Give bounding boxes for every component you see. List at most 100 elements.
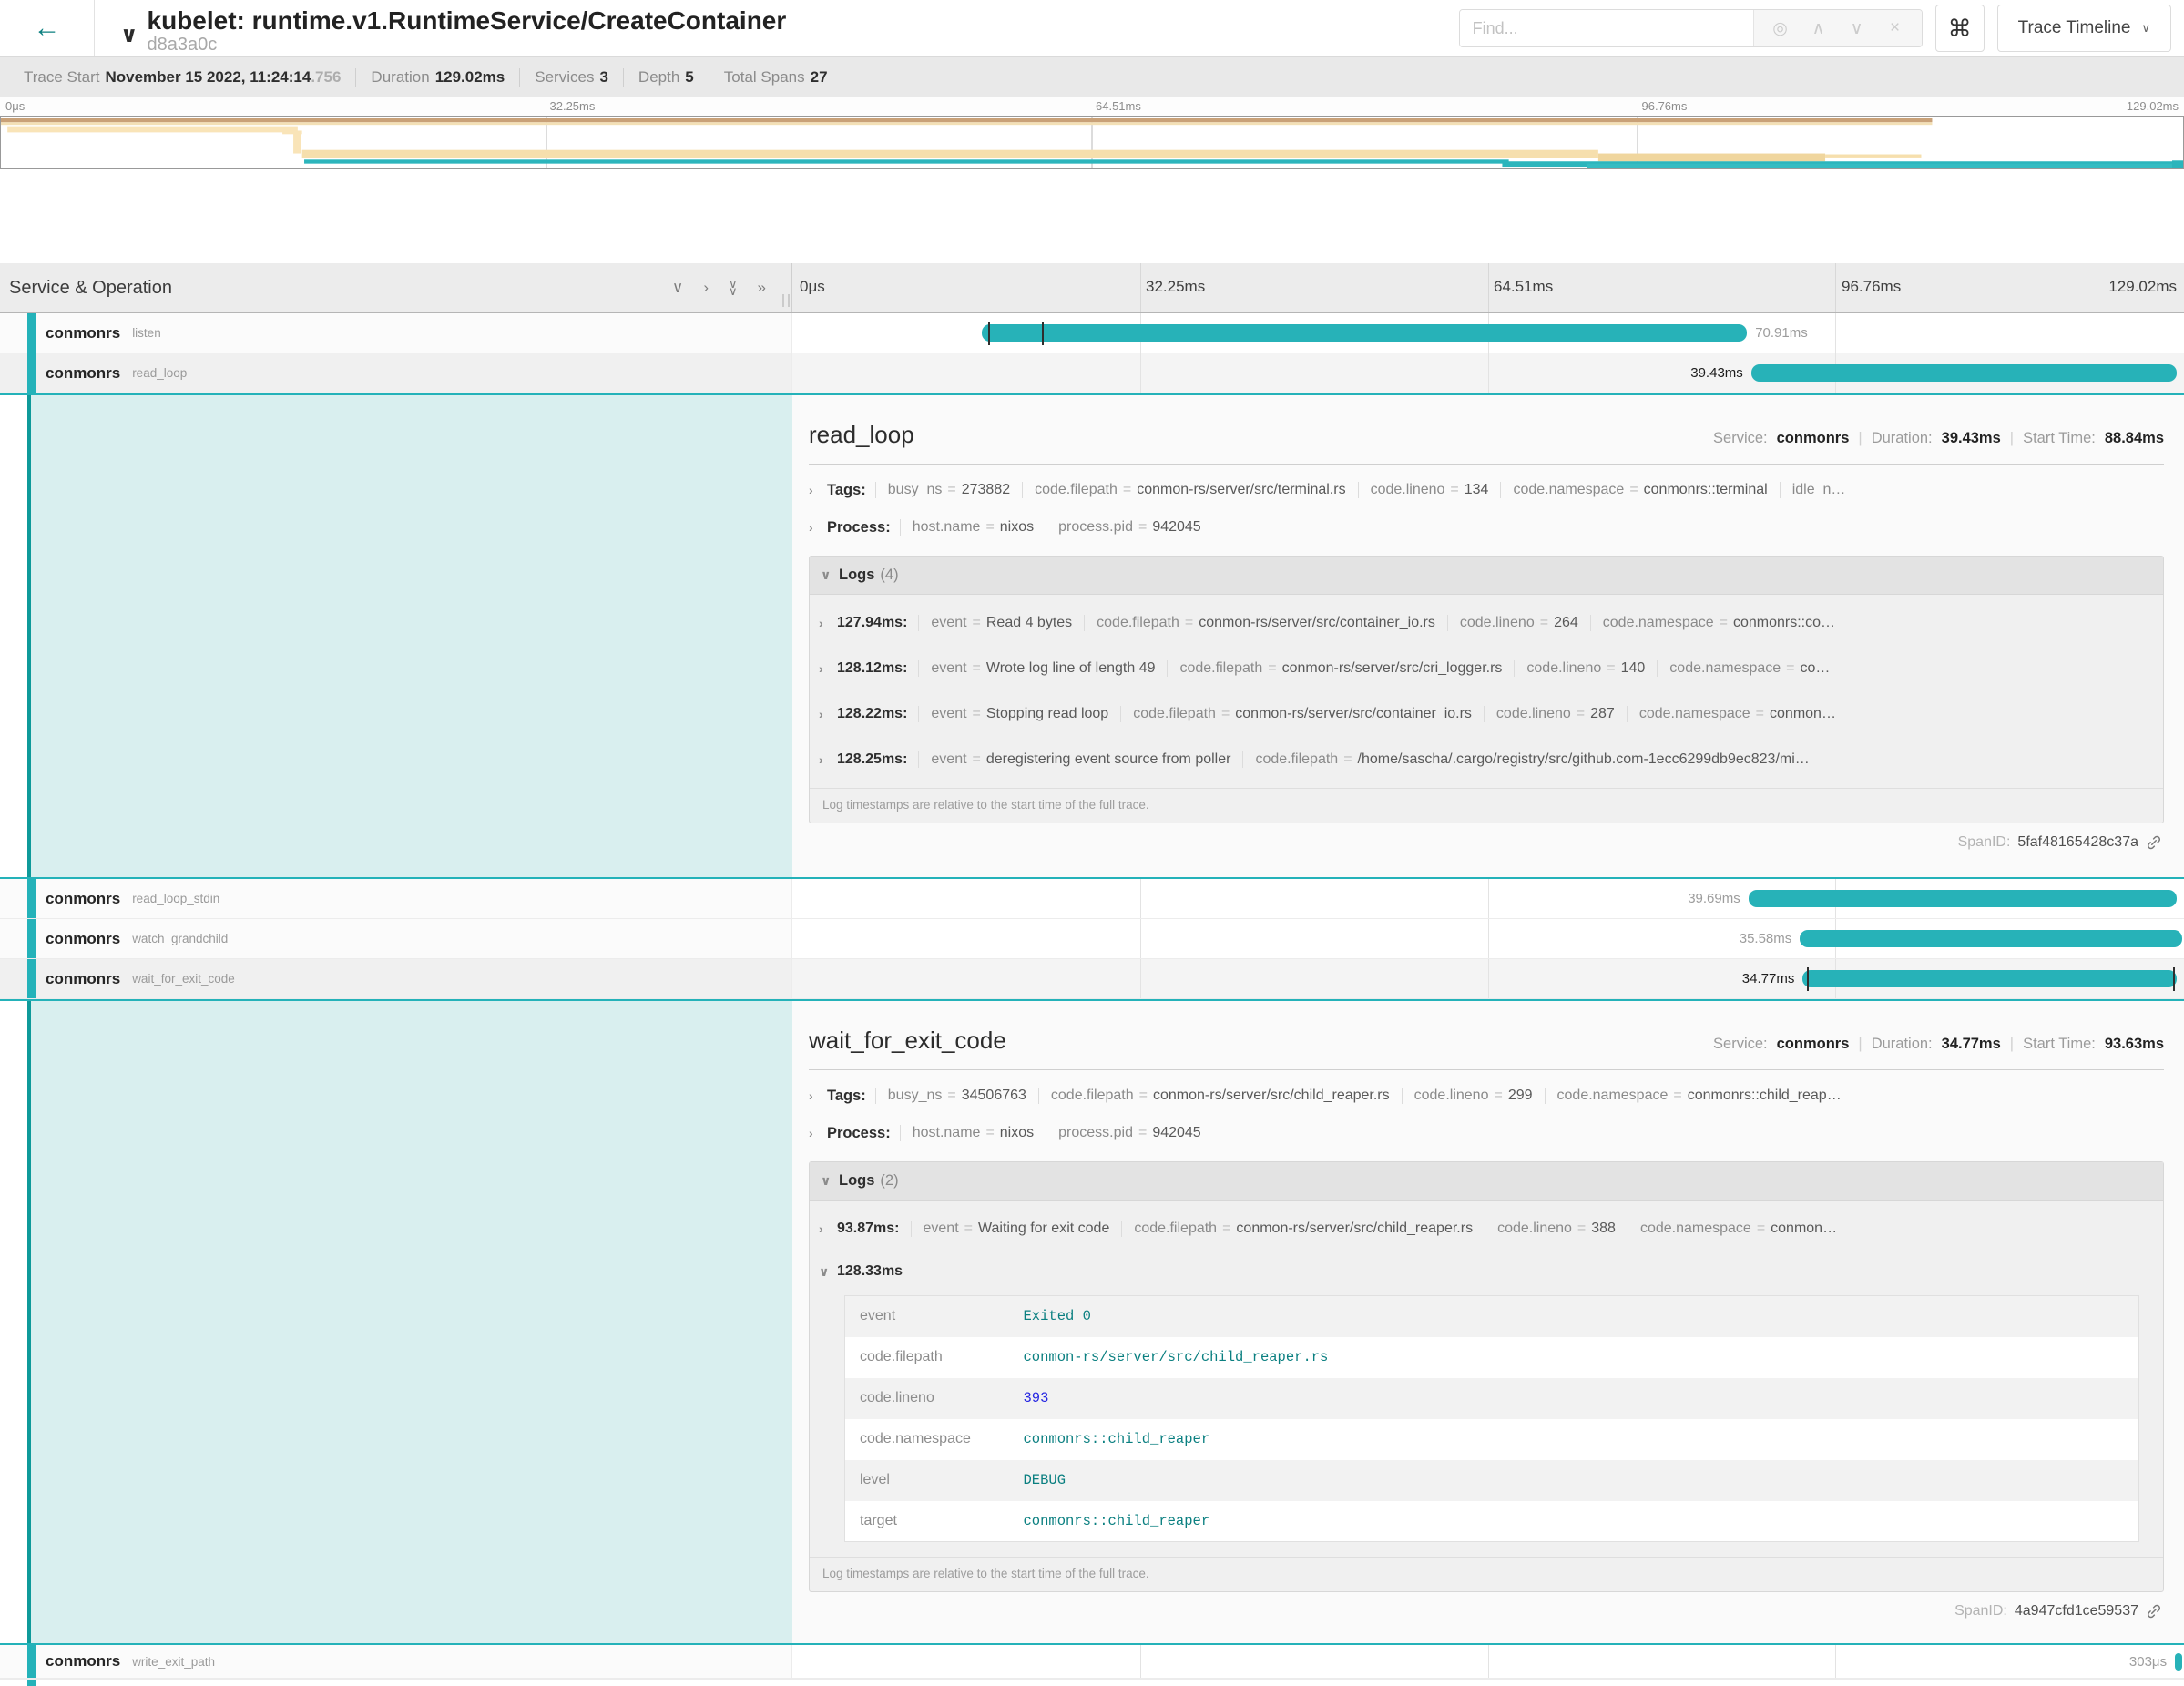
log-field-pill: code.filepath=conmon-rs/server/src/conta… (1084, 615, 1447, 631)
ruler-tick: 96.76ms (1842, 278, 1901, 296)
log-timestamp: 128.33ms (837, 1263, 903, 1280)
span-bar[interactable] (1749, 890, 2178, 907)
operation-name: read_loop (132, 366, 187, 380)
service-name: conmonrs (46, 364, 120, 383)
log-fields: event=deregistering event source from po… (918, 751, 1821, 768)
span-name-cell: conmonrs write_exit_path (0, 1645, 792, 1679)
chevron-right-icon: › (809, 520, 827, 535)
clear-search-icon[interactable]: × (1876, 18, 1914, 38)
span-bar[interactable] (1751, 364, 2178, 382)
trace-view-selector[interactable]: Trace Timeline ∨ (1997, 5, 2171, 52)
collapse-deep-icon[interactable]: ∨∨ (729, 281, 738, 295)
span-bar[interactable] (982, 324, 1747, 342)
field-value: DEBUG (1024, 1460, 2139, 1501)
span-color-accent (27, 959, 36, 998)
tags-accordion[interactable]: › Tags: busy_ns=34506763code.filepath=co… (809, 1084, 2164, 1108)
tag-pill: code.filepath=conmon-rs/server/src/termi… (1022, 482, 1357, 498)
table-row: code.lineno 393 (845, 1378, 2139, 1419)
operation-name: listen (132, 326, 161, 340)
chevron-right-icon: › (819, 752, 837, 767)
span-bar[interactable] (1802, 970, 2177, 987)
column-resizer[interactable] (782, 294, 790, 307)
span-row-read-loop-stdin[interactable]: conmonrs read_loop_stdin 39.69ms (0, 879, 2184, 919)
field-key: code.namespace (845, 1419, 1024, 1460)
span-row-wait-for-exit-code[interactable]: conmonrs wait_for_exit_code 34.77ms (0, 959, 2184, 999)
span-id-label: SpanID: (1954, 1603, 2007, 1620)
log-entry[interactable]: › 128.25ms: event=deregistering event so… (819, 737, 2154, 782)
expand-all-icon[interactable]: » (758, 279, 766, 297)
span-color-accent (27, 1680, 36, 1686)
log-entry-expanded[interactable]: ∨ 128.33ms (819, 1252, 2154, 1292)
collapse-all-icon[interactable]: ∨ (672, 279, 683, 297)
logs-accordion: ∨ Logs (2) › 93.87ms: event=Waiting for … (809, 1161, 2164, 1592)
span-color-accent (27, 879, 36, 918)
log-field-pill: code.filepath=conmon-rs/server/src/conta… (1120, 706, 1484, 722)
span-bar-cell: 303μs (792, 1645, 2184, 1679)
span-bar-cell: 70.91ms (792, 313, 2184, 353)
process-pill: host.name=nixos (900, 519, 1046, 536)
minimap-tick: 129.02ms (2127, 99, 2179, 113)
logs-header[interactable]: ∨ Logs (2) (810, 1162, 2163, 1201)
next-match-icon[interactable]: ∨ (1838, 18, 1876, 39)
match-target-icon[interactable]: ◎ (1761, 18, 1800, 39)
logs-body: › 127.94ms: event=Read 4 bytescode.filep… (810, 595, 2163, 823)
service-name: conmonrs (46, 970, 120, 988)
partial-next-row (0, 1679, 2184, 1685)
expand-one-icon[interactable]: › (703, 279, 709, 297)
logs-count: (2) (880, 1172, 898, 1190)
span-bar-cell: 34.77ms (792, 959, 2184, 999)
header-toolbar: ◎ ∧ ∨ × ⌘ Trace Timeline ∨ (1459, 5, 2184, 52)
minimap-canvas[interactable] (0, 116, 2184, 169)
span-name-cell: conmonrs listen (0, 313, 792, 353)
collapse-header-icon[interactable]: ∨ (120, 22, 138, 48)
span-color-accent (27, 1645, 36, 1678)
span-id-row: SpanID: 4a947cfd1ce59537 (809, 1592, 2164, 1634)
process-accordion[interactable]: › Process: host.name=nixosprocess.pid=94… (809, 1121, 2164, 1145)
tag-list: busy_ns=34506763code.filepath=conmon-rs/… (875, 1088, 1853, 1104)
logs-footer-note: Log timestamps are relative to the start… (810, 788, 2163, 823)
prev-match-icon[interactable]: ∧ (1800, 18, 1838, 39)
span-row-watch-grandchild[interactable]: conmonrs watch_grandchild 35.58ms (0, 919, 2184, 959)
chevron-right-icon: › (819, 616, 837, 630)
link-icon[interactable] (2146, 1603, 2162, 1620)
find-input[interactable] (1460, 10, 1753, 46)
log-field-pill: code.lineno=388 (1485, 1221, 1628, 1237)
divider (809, 1069, 2164, 1070)
log-field-pill: code.filepath=conmon-rs/server/src/child… (1121, 1221, 1485, 1237)
link-icon[interactable] (2146, 834, 2162, 851)
back-button[interactable]: ← (0, 0, 95, 56)
span-id-row: SpanID: 5faf48165428c37a (809, 823, 2164, 865)
log-entry[interactable]: › 128.22ms: event=Stopping read loopcode… (819, 691, 2154, 737)
log-marker (2173, 967, 2175, 991)
minimap-tick-labels: 0μs 32.25ms 64.51ms 96.76ms 129.02ms (0, 97, 2184, 116)
span-bar[interactable] (1800, 930, 2182, 947)
log-entry[interactable]: › 127.94ms: event=Read 4 bytescode.filep… (819, 600, 2154, 646)
process-accordion[interactable]: › Process: host.name=nixosprocess.pid=94… (809, 516, 2164, 539)
keyboard-shortcuts-button[interactable]: ⌘ (1935, 5, 1985, 52)
field-value: conmonrs::child_reaper (1024, 1501, 2139, 1542)
span-bar[interactable] (2175, 1653, 2182, 1671)
find-group: ◎ ∧ ∨ × (1459, 9, 1923, 47)
operation-name: watch_grandchild (132, 932, 228, 945)
field-value: 393 (1024, 1378, 2139, 1419)
log-entry[interactable]: › 128.12ms: event=Wrote log line of leng… (819, 646, 2154, 691)
back-arrow-icon: ← (34, 13, 61, 43)
detail-content: read_loop Service:conmonrs | Duration:39… (792, 395, 2184, 877)
collapse-controls: ∨ › ∨∨ » (672, 279, 791, 297)
span-row-read-loop[interactable]: conmonrs read_loop 39.43ms (0, 353, 2184, 393)
process-pill: process.pid=942045 (1046, 519, 1213, 536)
logs-header[interactable]: ∨ Logs (4) (810, 557, 2163, 595)
table-row: event Exited 0 (845, 1296, 2139, 1337)
chevron-down-icon: ∨ (2141, 21, 2150, 36)
span-color-accent (27, 313, 36, 353)
span-row-listen[interactable]: conmonrs listen 70.91ms (0, 313, 2184, 353)
span-row-write-exit-path[interactable]: conmonrs write_exit_path 303μs (0, 1645, 2184, 1679)
tags-accordion[interactable]: › Tags: busy_ns=273882code.filepath=conm… (809, 478, 2164, 502)
minimap-spans (1, 117, 2183, 168)
logs-footer-note: Log timestamps are relative to the start… (810, 1557, 2163, 1591)
chevron-down-icon: ∨ (819, 1264, 837, 1280)
log-entry[interactable]: › 93.87ms: event=Waiting for exit codeco… (819, 1206, 2154, 1252)
trace-start: Trace StartNovember 15 2022, 11:24:14.75… (9, 68, 356, 87)
chevron-right-icon: › (819, 707, 837, 721)
table-row: target conmonrs::child_reaper (845, 1501, 2139, 1542)
